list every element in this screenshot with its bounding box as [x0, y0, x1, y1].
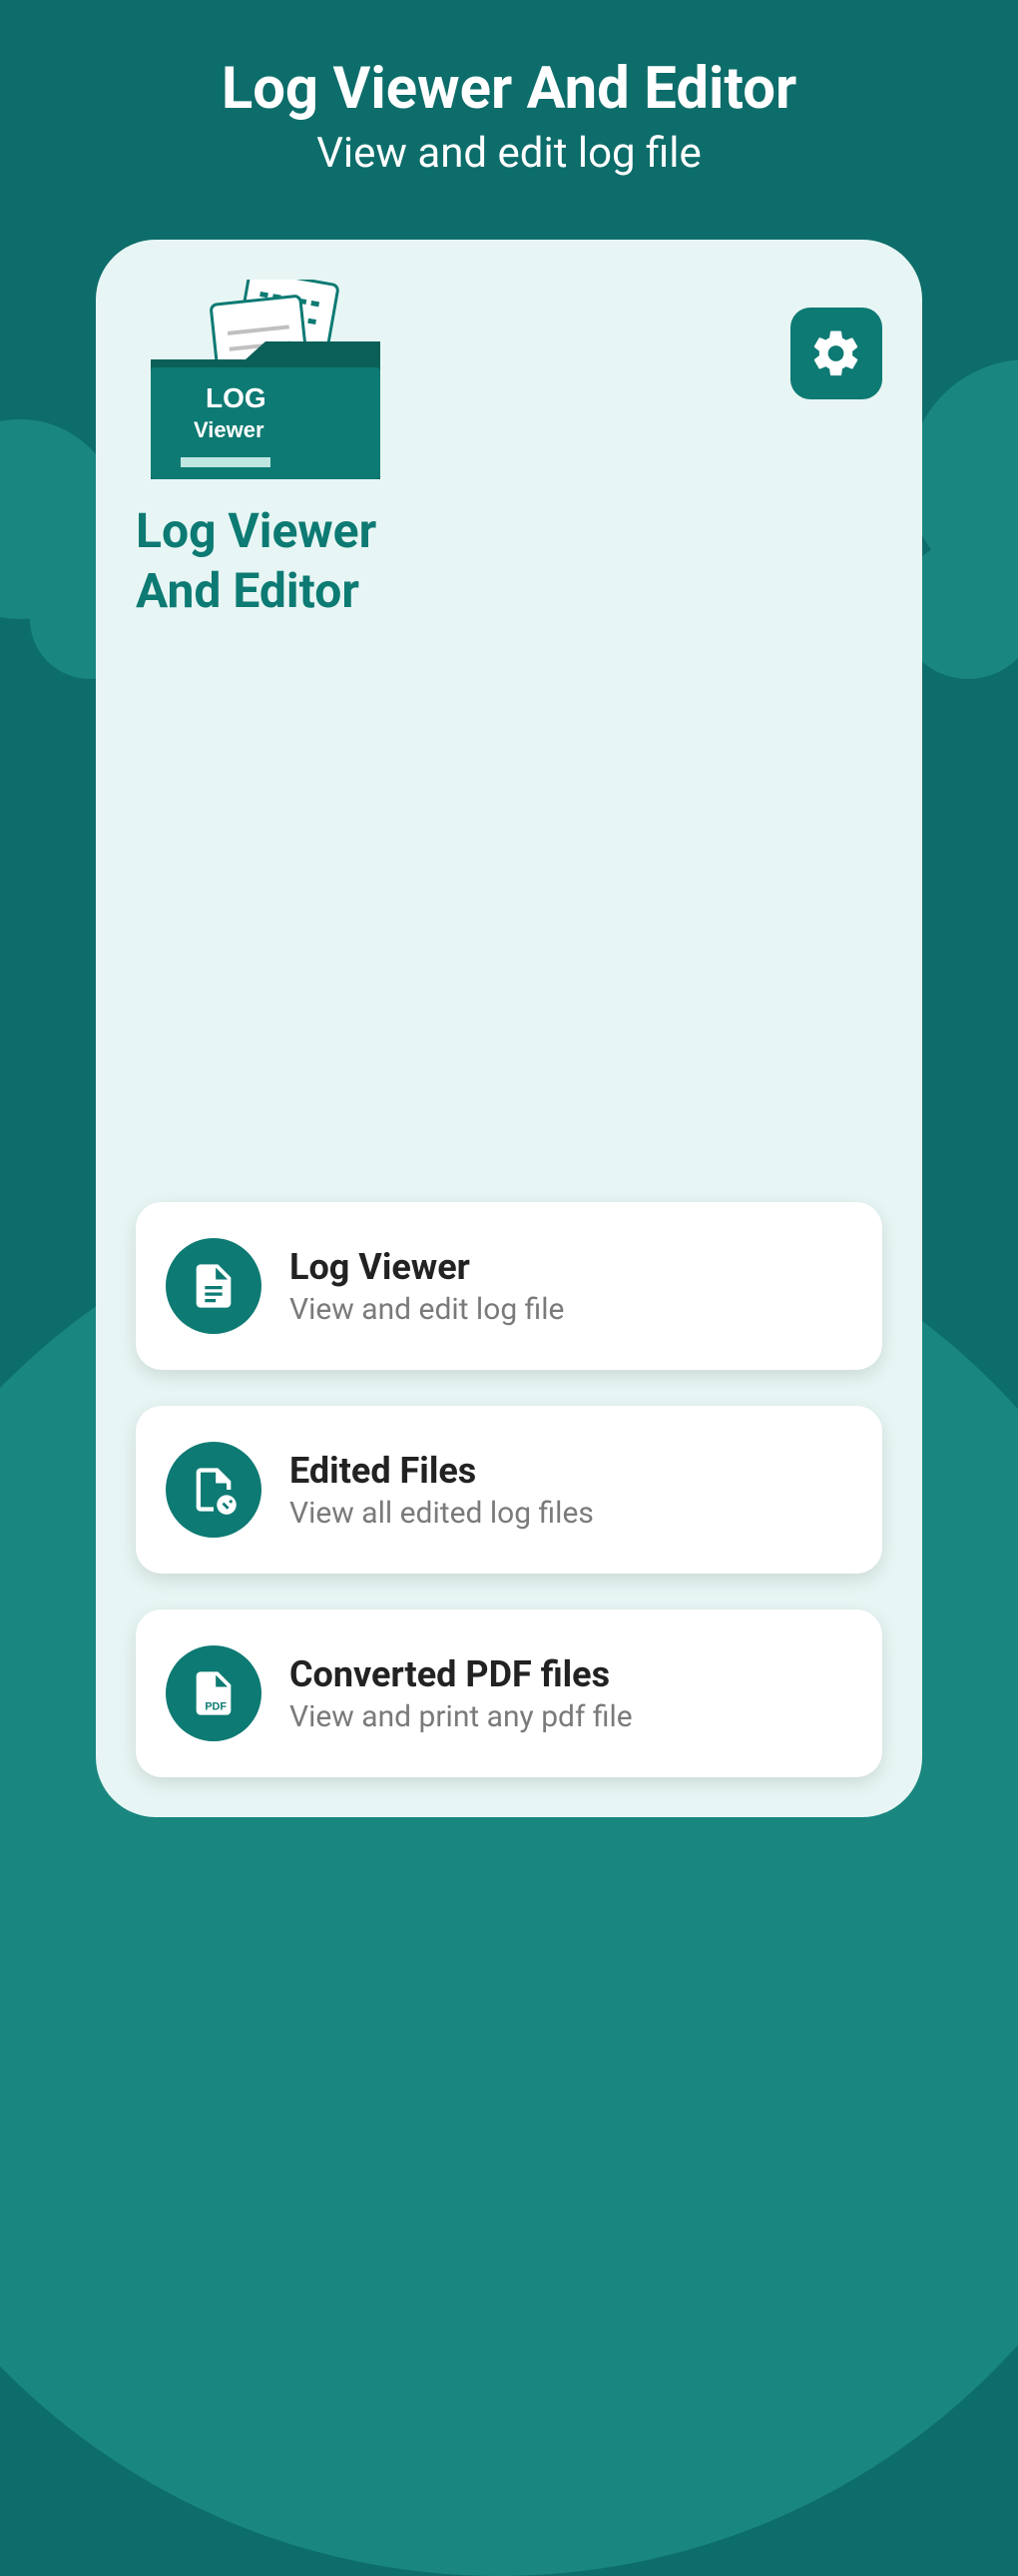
pdf-file-icon: PDF — [166, 1645, 261, 1741]
logo-text-top: LOG — [206, 382, 266, 413]
edited-file-icon — [166, 1442, 261, 1538]
promo-header: Log Viewer And Editor View and edit log … — [0, 0, 1018, 178]
menu-item-title: Converted PDF files — [289, 1653, 633, 1695]
menu-item-title: Log Viewer — [289, 1246, 564, 1288]
logo-text-bottom: Viewer — [194, 417, 264, 442]
menu-item-subtitle: View and edit log file — [289, 1292, 564, 1327]
menu-list: Log Viewer View and edit log file Edited… — [136, 1202, 882, 1777]
menu-item-edited-files[interactable]: Edited Files View all edited log files — [136, 1406, 882, 1574]
phone-mock: LOG Viewer Log Viewer And Editor — [96, 240, 922, 1817]
log-file-icon — [166, 1238, 261, 1334]
gear-icon — [809, 326, 863, 380]
menu-item-subtitle: View all edited log files — [289, 1496, 594, 1531]
svg-text:PDF: PDF — [205, 1700, 227, 1712]
app-logo: LOG Viewer Log Viewer And Editor — [136, 280, 395, 621]
app-name: Log Viewer And Editor — [136, 501, 395, 621]
folder-log-icon: LOG Viewer — [136, 280, 395, 489]
app-name-line-1: Log Viewer — [136, 502, 376, 559]
promo-title: Log Viewer And Editor — [0, 55, 1018, 123]
menu-item-log-viewer[interactable]: Log Viewer View and edit log file — [136, 1202, 882, 1370]
menu-item-converted-pdf[interactable]: PDF Converted PDF files View and print a… — [136, 1610, 882, 1777]
promo-subtitle: View and edit log file — [0, 129, 1018, 178]
settings-button[interactable] — [790, 308, 882, 399]
app-name-line-2: And Editor — [136, 562, 359, 619]
menu-item-subtitle: View and print any pdf file — [289, 1699, 633, 1734]
menu-item-title: Edited Files — [289, 1450, 594, 1492]
